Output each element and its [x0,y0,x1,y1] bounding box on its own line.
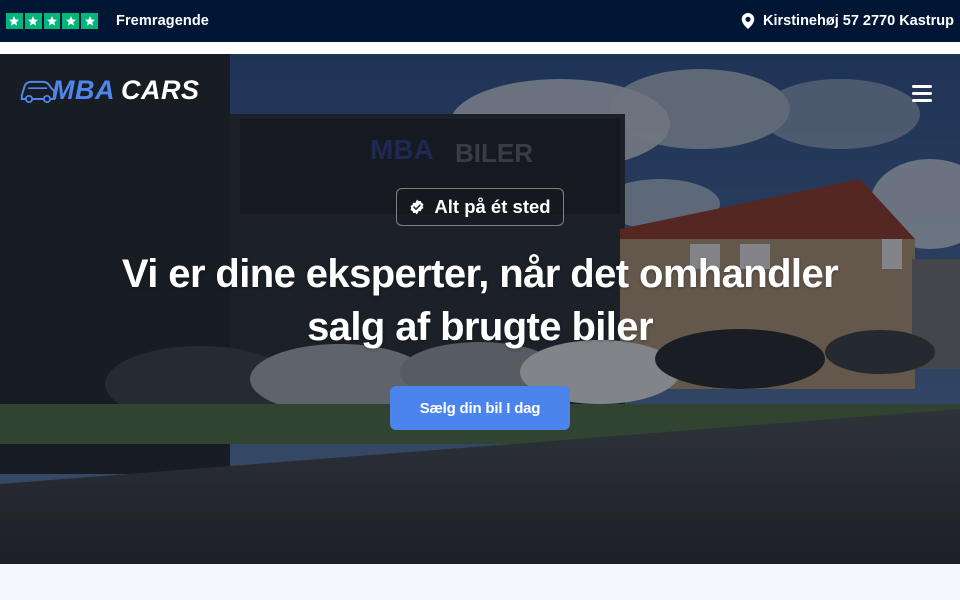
page-content-start [0,564,960,600]
rating-label: Fremragende [115,13,209,29]
trustpilot-star-icon [43,13,61,29]
site-logo[interactable]: MBA CARS [20,70,200,110]
hero-headline: Vi er dine eksperter, når det omhandler … [80,248,880,354]
hero-headline-line1: Vi er dine eksperter, når det omhandler [121,252,839,296]
address-link[interactable]: Kirstinehøj 57 2770 Kastrup [741,13,954,29]
hero-badge: Alt på ét sted [396,188,564,226]
header-spacer [0,42,960,54]
logo-primary-text: MBA [52,74,115,105]
check-badge-icon [410,199,424,215]
sell-car-button[interactable]: Sælg din bil I dag [390,386,570,430]
hero-badge-text: Alt på ét sted [434,196,551,217]
top-bar: Fremragende Kirstinehøj 57 2770 Kastrup [0,0,960,42]
menu-line [912,84,932,88]
trustpilot-star-icon [24,13,42,29]
hero-section: MBA BILER MBA CARS Alt på ét sted Vi er … [0,54,960,564]
menu-line [912,91,932,95]
trustpilot-star-icon [62,13,80,29]
trustpilot-star-icon [6,13,23,29]
trustpilot-rating[interactable]: Fremragende [6,13,209,29]
map-pin-icon [741,13,755,29]
car-logo-icon [20,80,56,104]
hero-headline-line2: salg af brugte biler [307,305,653,349]
trustpilot-stars [6,13,98,29]
hamburger-menu-icon[interactable] [908,82,936,104]
address-text: Kirstinehøj 57 2770 Kastrup [763,13,954,29]
logo-secondary-text: CARS [121,74,200,105]
trustpilot-star-icon [81,13,98,29]
menu-line [912,98,932,102]
